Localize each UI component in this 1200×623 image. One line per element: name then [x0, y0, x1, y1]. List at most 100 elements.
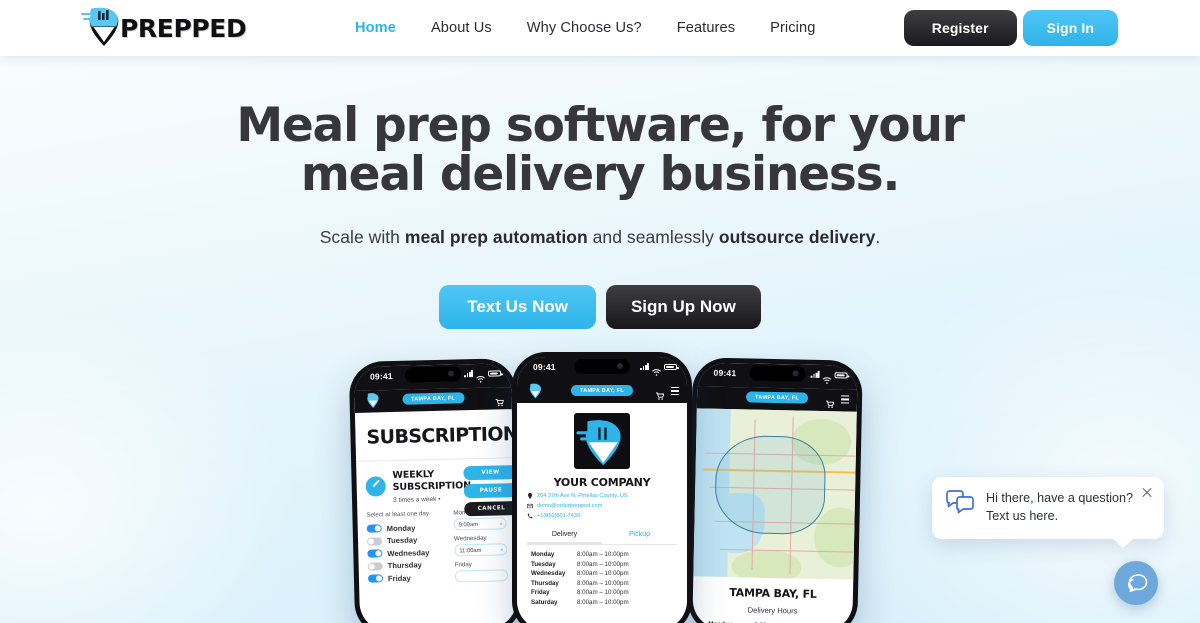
hamburger-menu-icon[interactable]: [840, 395, 850, 404]
time-input-wednesday[interactable]: 11:00am ×: [454, 543, 508, 557]
status-bar-middle: 09:41: [517, 357, 687, 381]
day-toggles: Select at least one day. Monday Tuesday …: [366, 510, 448, 590]
email-text: demo@orderprepped.com: [537, 503, 603, 509]
hero-cta-group: Text Us Now Sign Up Now: [0, 284, 1200, 329]
status-icons: [640, 363, 679, 376]
chat-message-line-2: Text us here.: [986, 509, 1059, 524]
app-bar-left: TAMPA BAY, FL: [354, 387, 512, 413]
status-time: 09:41: [533, 362, 556, 372]
edit-pencil-icon[interactable]: [365, 476, 386, 497]
tab-pickup[interactable]: Pickup: [602, 527, 677, 544]
clear-icon[interactable]: ×: [500, 548, 503, 554]
chat-message-line-1: Hi there, have a question?: [986, 491, 1134, 506]
day-selection-hint: Select at least one day.: [366, 510, 431, 520]
front-camera-icon: [792, 370, 799, 377]
wifi-icon: [822, 371, 832, 384]
toggle-switch[interactable]: [367, 549, 383, 558]
time-input-monday[interactable]: 9:00am ×: [453, 517, 507, 531]
nav-link-about-us[interactable]: About Us: [431, 20, 492, 36]
table-row: Thursday 8:00am – 10:00pm: [531, 580, 681, 587]
location-pill-left[interactable]: TAMPA BAY, FL: [401, 392, 465, 405]
cart-icon[interactable]: [826, 395, 835, 408]
battery-icon: [834, 371, 848, 379]
hero-subtitle-end: .: [875, 226, 881, 247]
pause-button[interactable]: PAUSE: [464, 482, 518, 499]
notch: [749, 365, 806, 382]
tab-delivery[interactable]: Delivery: [527, 527, 602, 544]
hours-day: Tuesday: [531, 560, 556, 568]
phone-mockup-subscriptions: 09:41 TAMPA BAY, FL SUBSCRIPTIONS WEEKLY…: [348, 358, 523, 623]
hours-time: 8:00am – 10:00pm: [577, 598, 629, 606]
status-time: 09:41: [369, 371, 393, 382]
nav-action-buttons: Register Sign In: [903, 0, 1118, 56]
cart-icon[interactable]: [495, 393, 505, 407]
register-button[interactable]: Register: [903, 10, 1017, 46]
signal-icon: [810, 370, 820, 378]
location-pill-middle[interactable]: TAMPA BAY, FL: [570, 385, 634, 396]
sign-in-button[interactable]: Sign In: [1022, 10, 1118, 46]
phone-screen-right: 09:41 TAMPA BAY, FL TAMPA BAY, FL Delive…: [692, 362, 858, 623]
hours-day: Saturday: [531, 598, 558, 606]
table-row: Monday 8:00am – 10:00pm: [531, 551, 681, 558]
day-toggle-tuesday[interactable]: Tuesday: [366, 535, 447, 546]
nav-link-home[interactable]: Home: [355, 20, 396, 36]
notch: [404, 366, 461, 383]
map-greenspace: [731, 549, 802, 580]
company-phone[interactable]: +1(850)801-7439: [527, 513, 677, 519]
sign-up-now-button[interactable]: Sign Up Now: [605, 284, 761, 329]
plan-name-line-2: SUBSCRIPTION: [392, 480, 472, 494]
day-selection: Select at least one day. Monday Tuesday …: [357, 505, 516, 590]
envelope-icon: [527, 503, 533, 509]
phone-text: +1(850)801-7439: [537, 513, 581, 519]
cancel-button[interactable]: CANCEL: [464, 500, 518, 517]
hours-day: Wednesday: [531, 570, 566, 578]
primary-nav-links: Home About Us Why Choose Us? Features Pr…: [355, 0, 815, 56]
app-bar-icons-middle: [656, 387, 679, 400]
phone-screen-left: 09:41 TAMPA BAY, FL SUBSCRIPTIONS WEEKLY…: [353, 363, 518, 623]
battery-icon: [487, 369, 502, 377]
app-bar-icons-left: [495, 393, 505, 407]
toggle-switch[interactable]: [366, 524, 382, 533]
nav-link-pricing[interactable]: Pricing: [770, 20, 815, 36]
hero-subtitle-pre: Scale with: [319, 226, 405, 247]
company-name: YOUR COMPANY: [553, 476, 651, 489]
hours-time: 8:00am – 10:00pm: [577, 551, 629, 558]
battery-icon: [664, 363, 679, 370]
nav-link-why-choose-us[interactable]: Why Choose Us?: [527, 20, 642, 36]
day-label: Wednesday: [387, 547, 430, 558]
clear-icon[interactable]: ×: [500, 522, 503, 528]
subscription-info: WEEKLY SUBSCRIPTION 3 times a week •: [392, 468, 471, 504]
app-bar-icons-right: [826, 395, 850, 408]
top-navigation-bar: PREPPED Home About Us Why Choose Us? Fea…: [0, 0, 1200, 56]
cart-icon[interactable]: [656, 387, 665, 400]
day-toggle-wednesday[interactable]: Wednesday: [367, 547, 447, 558]
chat-prompt-card[interactable]: Hi there, have a question? Text us here.: [932, 477, 1164, 548]
hamburger-menu-icon[interactable]: [671, 387, 679, 395]
nav-link-features[interactable]: Features: [677, 20, 735, 36]
company-email[interactable]: demo@orderprepped.com: [527, 503, 677, 509]
location-pill-right[interactable]: TAMPA BAY, FL: [745, 391, 809, 404]
day-toggle-friday[interactable]: Friday: [367, 572, 448, 583]
wifi-icon: [652, 363, 661, 376]
day-toggle-thursday[interactable]: Thursday: [367, 560, 448, 571]
text-us-now-button[interactable]: Text Us Now: [439, 284, 596, 329]
day-toggle-monday[interactable]: Monday: [366, 522, 447, 533]
front-camera-icon: [447, 370, 454, 377]
phone-mockup-company-profile: 09:41 TAMPA BAY, FL YOUR COMPANY 204 37t…: [512, 352, 692, 623]
delivery-zone-map[interactable]: [693, 408, 857, 580]
day-label: Thursday: [387, 560, 422, 571]
time-input-friday[interactable]: [454, 569, 509, 583]
phone-screen-middle: 09:41 TAMPA BAY, FL YOUR COMPANY 204 37t…: [517, 357, 687, 623]
table-row: Saturday 8:00am – 10:00pm: [531, 599, 681, 606]
signal-icon: [464, 370, 474, 378]
status-icons: [810, 370, 848, 384]
front-camera-icon: [617, 363, 623, 369]
brand-logo[interactable]: PREPPED: [80, 3, 247, 53]
toggle-switch[interactable]: [367, 574, 384, 583]
close-icon[interactable]: [1141, 486, 1153, 498]
toggle-switch[interactable]: [367, 561, 383, 571]
chat-launcher-button[interactable]: [1114, 561, 1158, 605]
view-button[interactable]: VIEW: [463, 464, 518, 481]
address-text: 204 37th Ave N. Pinellas County, US: [537, 493, 628, 499]
toggle-switch[interactable]: [366, 536, 383, 546]
